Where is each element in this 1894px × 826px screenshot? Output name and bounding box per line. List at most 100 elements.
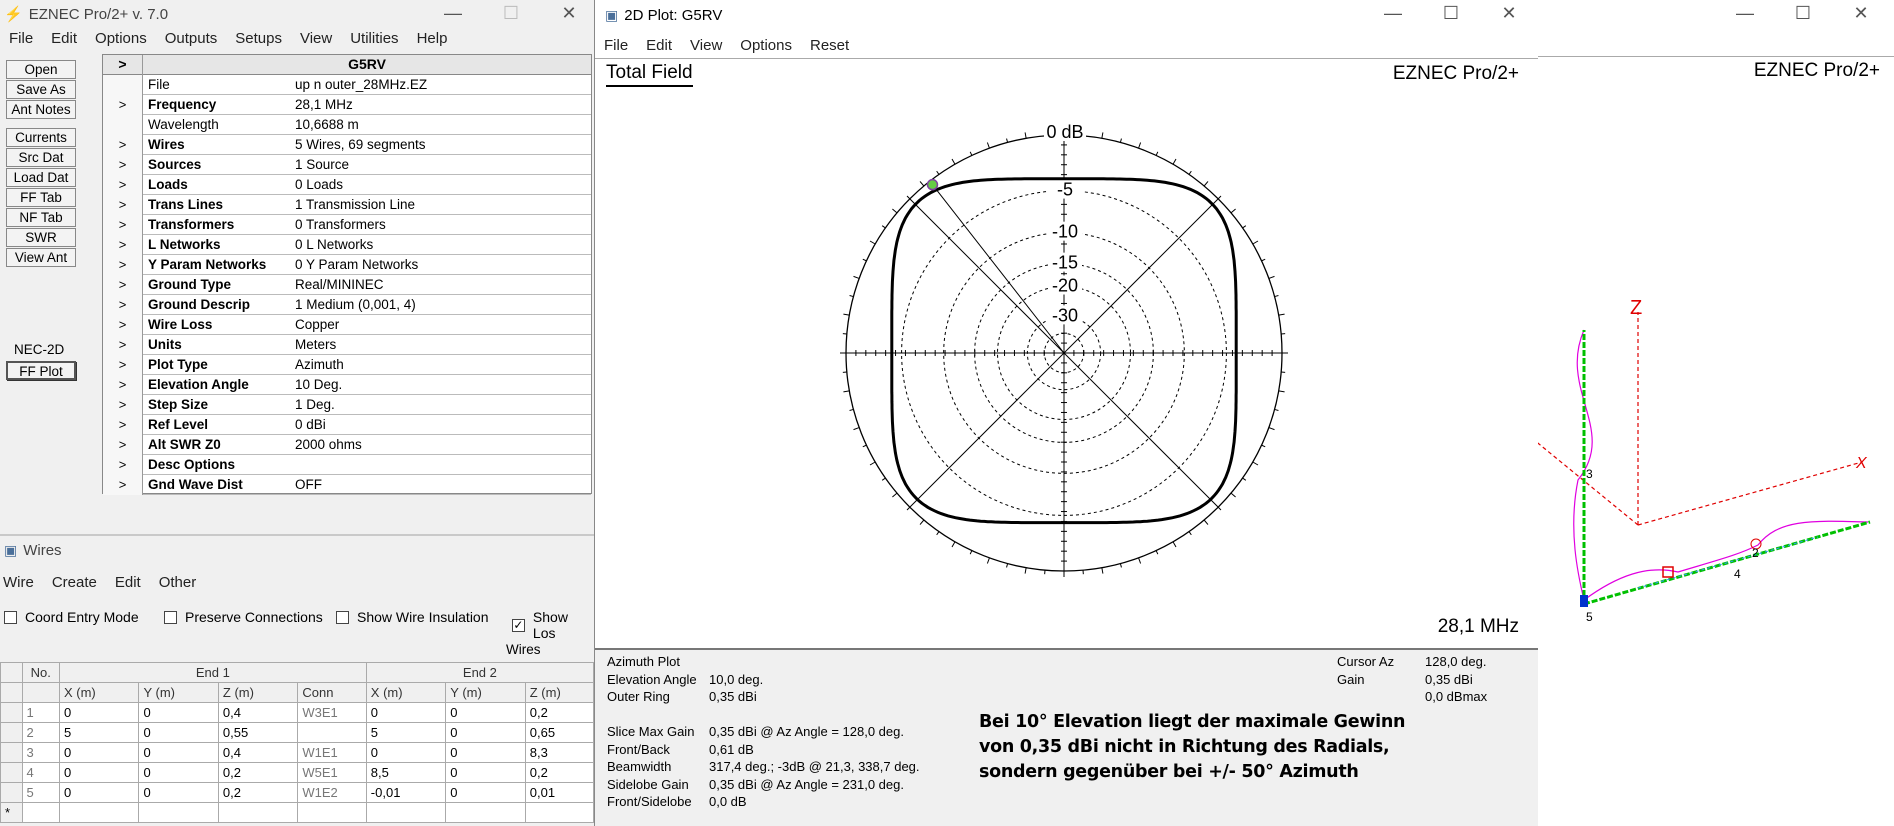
table-row[interactable]: 2 5 0 0,55 5 0 0,65 xyxy=(0,722,594,743)
param-row-arrow-button[interactable]: > xyxy=(103,415,143,435)
new-row-cell[interactable] xyxy=(58,802,140,823)
param-row-arrow-button[interactable]: > xyxy=(103,475,143,495)
param-row-transformers[interactable]: > Transformers 0 Transformers xyxy=(103,215,591,235)
param-row-file[interactable]: File up n outer_28MHz.EZ xyxy=(103,75,591,95)
checkbox-show-wire-insulation[interactable]: Show Wire Insulation xyxy=(336,609,489,625)
wire-number[interactable]: 3 xyxy=(21,742,60,763)
wire-cell[interactable]: W3E1 xyxy=(297,702,367,723)
checkbox-icon[interactable] xyxy=(4,610,17,624)
plot-menu-options[interactable]: Options xyxy=(731,35,801,57)
wire-number[interactable]: 1 xyxy=(21,702,60,723)
param-row-units[interactable]: > Units Meters xyxy=(103,335,591,355)
ant-notes-button[interactable]: Ant Notes xyxy=(6,100,76,119)
wire-cell[interactable]: 0 xyxy=(138,782,219,803)
wire-cell[interactable]: 0 xyxy=(365,702,447,723)
new-row-cell[interactable] xyxy=(365,802,447,823)
param-row-step-size[interactable]: > Step Size 1 Deg. xyxy=(103,395,591,415)
plot-menu-file[interactable]: File xyxy=(595,35,637,57)
param-row-arrow-button[interactable]: > xyxy=(103,155,143,175)
wires-menu-create[interactable]: Create xyxy=(43,572,106,594)
save-as-button[interactable]: Save As xyxy=(6,80,76,99)
wire-cell[interactable]: W1E1 xyxy=(297,742,367,763)
checkbox-preserve-connections[interactable]: Preserve Connections xyxy=(164,609,323,625)
wire-cell[interactable]: 0,65 xyxy=(524,722,594,743)
param-row-frequency[interactable]: > Frequency 28,1 MHz xyxy=(103,95,591,115)
table-row[interactable]: 1 0 0 0,4 W3E1 0 0 0,2 xyxy=(0,702,594,723)
new-row-cell[interactable] xyxy=(21,802,60,823)
checkbox-icon[interactable] xyxy=(336,610,349,624)
param-row-wavelength[interactable]: Wavelength 10,6688 m xyxy=(103,115,591,135)
param-row-gnd-wave-dist[interactable]: > Gnd Wave Dist OFF xyxy=(103,475,591,495)
main-menu-view[interactable]: View xyxy=(291,28,341,50)
main-menu-file[interactable]: File xyxy=(0,28,42,50)
plot-menu-view[interactable]: View xyxy=(681,35,731,57)
wires-menu-edit[interactable]: Edit xyxy=(106,572,150,594)
wire-cell[interactable]: 0 xyxy=(58,762,140,783)
wire-cell[interactable]: 0 xyxy=(138,702,219,723)
param-row-arrow-button[interactable]: > xyxy=(103,315,143,335)
minimize-icon[interactable]: — xyxy=(424,0,482,28)
table-row[interactable]: 3 0 0 0,4 W1E1 0 0 8,3 xyxy=(0,742,594,763)
wire-cell[interactable]: 0 xyxy=(58,782,140,803)
new-row-cell[interactable] xyxy=(297,802,367,823)
param-row-wires[interactable]: > Wires 5 Wires, 69 segments xyxy=(103,135,591,155)
wire-cell[interactable] xyxy=(297,722,367,743)
wire-cell[interactable]: 5 xyxy=(58,722,140,743)
wires-menu-wire[interactable]: Wire xyxy=(0,572,43,594)
wire-cell[interactable]: 0,2 xyxy=(217,782,299,803)
param-row-desc-options[interactable]: > Desc Options xyxy=(103,455,591,475)
param-row-arrow-button[interactable]: > xyxy=(103,355,143,375)
param-row-ground-type[interactable]: > Ground Type Real/MININEC xyxy=(103,275,591,295)
param-row-ground-descrip[interactable]: > Ground Descrip 1 Medium (0,001, 4) xyxy=(103,295,591,315)
wire-cell[interactable]: 0 xyxy=(138,762,219,783)
main-titlebar[interactable]: ⚡ EZNEC Pro/2+ v. 7.0 — ☐ ✕ xyxy=(0,0,594,28)
wire-cell[interactable]: 0 xyxy=(445,742,526,763)
table-row[interactable]: 5 0 0 0,2 W1E2 -0,01 0 0,01 xyxy=(0,782,594,803)
wires-menu-other[interactable]: Other xyxy=(150,572,206,594)
wire-cell[interactable]: 0 xyxy=(445,782,526,803)
param-row-arrow-button[interactable]: > xyxy=(103,375,143,395)
main-menu-setups[interactable]: Setups xyxy=(226,28,291,50)
param-row-arrow-button[interactable]: > xyxy=(103,235,143,255)
main-menu-utilities[interactable]: Utilities xyxy=(341,28,407,50)
wire-cell[interactable]: 0,01 xyxy=(524,782,594,803)
ff-tab-button[interactable]: FF Tab xyxy=(6,188,76,207)
param-row-l-networks[interactable]: > L Networks 0 L Networks xyxy=(103,235,591,255)
param-row-wire-loss[interactable]: > Wire Loss Copper xyxy=(103,315,591,335)
checkbox-icon[interactable] xyxy=(164,610,177,624)
swr-button[interactable]: SWR xyxy=(6,228,76,247)
wire-cell[interactable]: 8,3 xyxy=(524,742,594,763)
wires-titlebar[interactable]: ▣ Wires xyxy=(0,536,594,564)
wire-cell[interactable]: 0 xyxy=(365,742,447,763)
param-row-arrow-button[interactable]: > xyxy=(103,335,143,355)
wire-cell[interactable]: 0,2 xyxy=(524,702,594,723)
wire-cell[interactable]: 0 xyxy=(445,722,526,743)
checkmark-icon[interactable]: ✓ xyxy=(512,618,525,632)
plot-menu-edit[interactable]: Edit xyxy=(637,35,681,57)
param-row-ref-level[interactable]: > Ref Level 0 dBi xyxy=(103,415,591,435)
param-row-arrow-button[interactable]: > xyxy=(103,135,143,155)
wire-cell[interactable]: 0,2 xyxy=(524,762,594,783)
wire-cell[interactable]: 0,4 xyxy=(217,702,299,723)
param-row-elevation-angle[interactable]: > Elevation Angle 10 Deg. xyxy=(103,375,591,395)
plot-menu-reset[interactable]: Reset xyxy=(801,35,858,57)
open-button[interactable]: Open xyxy=(6,60,76,79)
wire-number[interactable]: 2 xyxy=(21,722,60,743)
plot-close-icon[interactable]: ✕ xyxy=(1480,0,1538,28)
main-menu-options[interactable]: Options xyxy=(86,28,156,50)
wire-number[interactable]: 4 xyxy=(21,762,60,783)
param-row-trans-lines[interactable]: > Trans Lines 1 Transmission Line xyxy=(103,195,591,215)
wire-cell[interactable]: 0 xyxy=(138,722,219,743)
param-row-arrow-button[interactable]: > xyxy=(103,215,143,235)
wire-number[interactable]: 5 xyxy=(21,782,60,803)
wire-cell[interactable]: 0,2 xyxy=(217,762,299,783)
param-row-loads[interactable]: > Loads 0 Loads xyxy=(103,175,591,195)
grid-header-arrow-button[interactable]: > xyxy=(103,55,143,75)
param-row-alt-swr-z0[interactable]: > Alt SWR Z0 2000 ohms xyxy=(103,435,591,455)
checkbox-show-los[interactable]: ✓ Show Los xyxy=(512,609,594,641)
main-menu-outputs[interactable]: Outputs xyxy=(156,28,227,50)
param-row-y-param-networks[interactable]: > Y Param Networks 0 Y Param Networks xyxy=(103,255,591,275)
new-row-cell[interactable] xyxy=(524,802,594,823)
wire-cell[interactable]: 0,4 xyxy=(217,742,299,763)
currents-button[interactable]: Currents xyxy=(6,128,76,147)
